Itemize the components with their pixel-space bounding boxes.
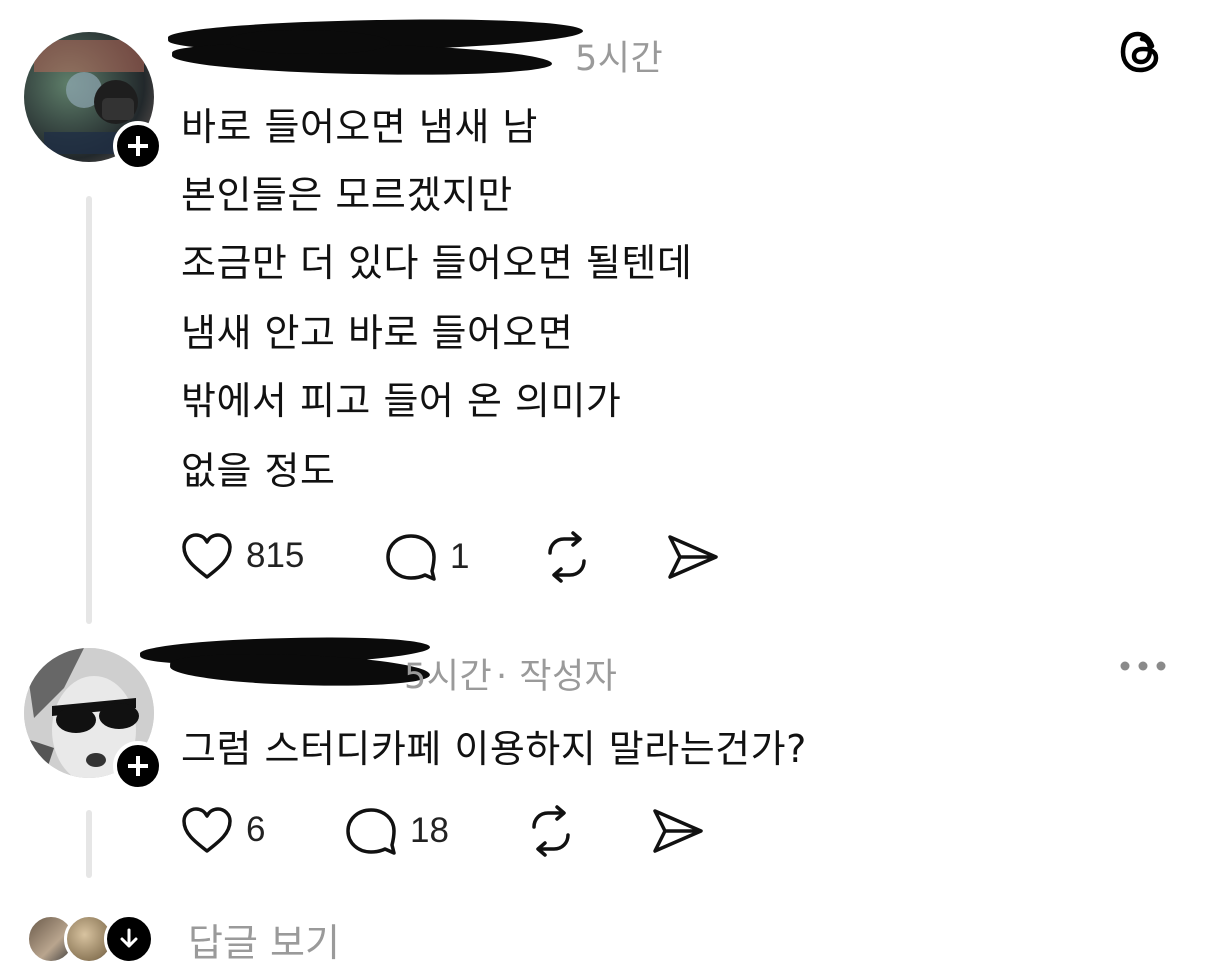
reply-time: 5시간 — [404, 657, 493, 697]
share-button[interactable] — [651, 805, 705, 861]
comment-bubble-icon — [386, 534, 436, 581]
post-text-line: 바로 들어오면 냄새 남 — [181, 105, 538, 149]
threads-logo-icon[interactable] — [1118, 28, 1166, 76]
post-text-line: 냄새 안고 바로 들어오면 — [181, 311, 574, 355]
post-text-line: 없을 정도 — [181, 449, 336, 493]
share-button[interactable] — [666, 531, 720, 587]
view-replies-label[interactable]: 답글 보기 — [188, 912, 340, 967]
author-badge: · 작성자 — [496, 657, 618, 697]
more-horizontal-icon — [1120, 661, 1166, 671]
like-count: 815 — [246, 536, 305, 575]
view-replies-row[interactable]: 답글 보기 — [26, 910, 386, 966]
post-time: 5시간 — [575, 39, 664, 79]
send-icon — [668, 535, 718, 579]
like-button[interactable]: 6 — [180, 805, 265, 855]
heart-icon — [182, 807, 232, 853]
more-options-button[interactable] — [1118, 656, 1168, 680]
comment-button[interactable]: 18 — [344, 805, 449, 857]
repost-icon — [548, 531, 586, 583]
thread-line — [86, 196, 92, 624]
repost-icon — [532, 805, 570, 857]
comment-bubble-icon — [346, 808, 396, 855]
reply-text: 그럼 스터디카페 이용하지 말라는건가? — [181, 727, 807, 771]
like-button[interactable]: 815 — [180, 531, 304, 581]
follow-button[interactable] — [113, 741, 163, 791]
thread-line — [86, 810, 92, 878]
heart-icon — [182, 533, 232, 579]
follow-button[interactable] — [113, 121, 163, 171]
reply-count: 1 — [450, 537, 470, 576]
like-count: 6 — [246, 810, 266, 849]
plus-icon — [128, 136, 148, 156]
plus-icon — [128, 756, 148, 776]
repost-button[interactable] — [540, 531, 594, 587]
reply-count: 18 — [410, 811, 449, 850]
post-text-line: 밖에서 피고 들어 온 의미가 — [181, 379, 622, 423]
arrow-down-icon — [120, 928, 138, 948]
comment-button[interactable]: 1 — [384, 531, 469, 583]
expand-replies-button[interactable] — [104, 914, 154, 964]
post-text-line: 본인들은 모르겠지만 — [181, 173, 513, 217]
send-icon — [653, 809, 703, 853]
post-text-line: 조금만 더 있다 들어오면 될텐데 — [181, 241, 693, 285]
repost-button[interactable] — [524, 805, 578, 861]
